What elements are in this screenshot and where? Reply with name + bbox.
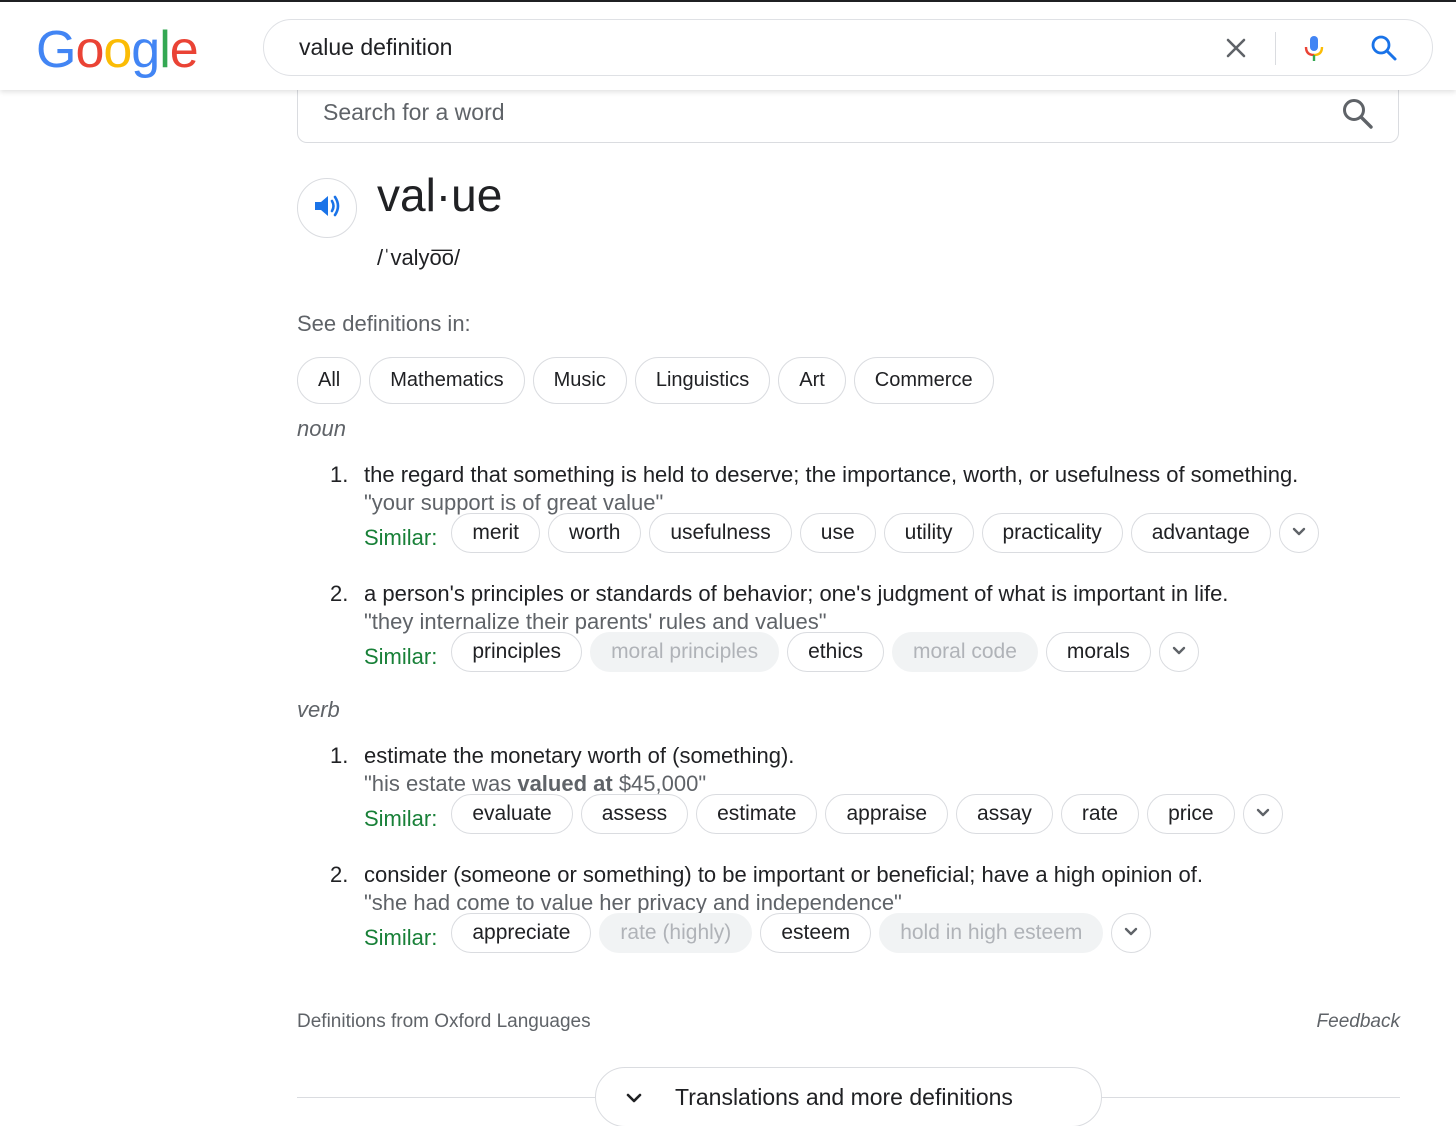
- word-search-box[interactable]: Search for a word: [297, 90, 1399, 143]
- logo-letter: e: [169, 21, 199, 79]
- example-highlight: valued at: [517, 771, 613, 796]
- synonym-chip[interactable]: merit: [451, 513, 541, 553]
- synonym-chip[interactable]: moral code: [891, 632, 1038, 672]
- synonym-chips: appreciate rate (highly) esteem hold in hig…: [451, 913, 1152, 953]
- logo-letter: l: [159, 21, 171, 79]
- logo-letter: o: [103, 21, 132, 79]
- search-header: Google: [0, 2, 1456, 90]
- sense-definition: estimate the monetary worth of (somethin…: [364, 743, 795, 768]
- synonym-chip[interactable]: principles: [451, 632, 583, 672]
- synonym-chip[interactable]: estimate: [696, 794, 818, 834]
- expand-synonyms-button[interactable]: [1111, 913, 1152, 953]
- synonym-chip[interactable]: appreciate: [451, 913, 592, 953]
- google-logo[interactable]: Google: [36, 20, 199, 80]
- similar-row: Similar: evaluate assess estimate appraise a…: [364, 794, 1283, 834]
- synonym-chip[interactable]: rate: [1060, 794, 1140, 834]
- category-chip-music[interactable]: Music: [532, 357, 627, 404]
- synonym-chip[interactable]: assay: [956, 794, 1053, 834]
- logo-letter: o: [75, 21, 104, 79]
- synonym-chip[interactable]: utility: [883, 513, 974, 553]
- synonym-chip[interactable]: assess: [580, 794, 689, 834]
- sense-number: 1.: [330, 462, 349, 487]
- microphone-icon[interactable]: [1299, 33, 1329, 63]
- chevron-down-icon: [1121, 921, 1141, 946]
- synonym-chip[interactable]: use: [799, 513, 876, 553]
- similar-row: Similar: appreciate rate (highly) esteem ho…: [364, 913, 1152, 953]
- sense-number: 1.: [330, 743, 349, 768]
- sense-number: 2.: [330, 581, 349, 606]
- example-text: $45,000": [612, 771, 707, 796]
- word-search-placeholder: Search for a word: [323, 99, 505, 125]
- part-of-speech-noun: noun: [297, 416, 346, 441]
- synonym-chips: principles moral principles ethics moral co…: [451, 632, 1199, 672]
- category-chips: All Mathematics Music Linguistics Art Co…: [297, 357, 994, 404]
- synonym-chip[interactable]: morals: [1045, 632, 1151, 672]
- example-text: "his estate was: [364, 771, 518, 796]
- pronunciation-speaker-button[interactable]: [297, 178, 357, 238]
- sense-definition: consider (someone or something) to be im…: [364, 862, 1203, 887]
- search-box: [263, 19, 1433, 76]
- synonym-chip[interactable]: rate (highly): [599, 913, 753, 953]
- part-of-speech-verb: verb: [297, 697, 340, 722]
- phonetic-spelling: /ˈvalyo͞o/: [377, 245, 461, 270]
- definitions-source: Definitions from Oxford Languages: [297, 1011, 591, 1032]
- search-input[interactable]: [299, 34, 1199, 61]
- chevron-down-icon: [1253, 802, 1273, 827]
- synonym-chips: merit worth usefulness use utility practicali…: [451, 513, 1319, 553]
- chevron-down-icon: [622, 1086, 646, 1115]
- speaker-icon: [311, 190, 343, 227]
- similar-row: Similar: principles moral principles ethic…: [364, 632, 1199, 672]
- more-definitions-button[interactable]: Translations and more definitions: [595, 1067, 1102, 1126]
- sense-definition: a person's principles or standards of be…: [364, 581, 1229, 606]
- search-icon[interactable]: [1340, 96, 1376, 132]
- synonym-chip[interactable]: appraise: [825, 794, 949, 834]
- synonym-chip[interactable]: usefulness: [649, 513, 792, 553]
- sense-number: 2.: [330, 862, 349, 887]
- expand-synonyms-button[interactable]: [1278, 513, 1319, 553]
- clear-icon[interactable]: [1221, 33, 1251, 63]
- similar-label: Similar:: [364, 806, 438, 831]
- see-definitions-label: See definitions in:: [297, 311, 471, 336]
- category-chip-linguistics[interactable]: Linguistics: [634, 357, 771, 404]
- logo-letter: g: [131, 21, 160, 79]
- synonym-chip[interactable]: ethics: [787, 632, 884, 672]
- search-divider: [1275, 32, 1276, 65]
- synonym-chip[interactable]: advantage: [1130, 513, 1271, 553]
- sense-definition: the regard that something is held to des…: [364, 462, 1299, 487]
- category-chip-all[interactable]: All: [297, 357, 362, 404]
- chevron-down-icon: [1169, 640, 1189, 665]
- similar-label: Similar:: [364, 525, 438, 550]
- synonym-chip[interactable]: moral principles: [590, 632, 780, 672]
- similar-label: Similar:: [364, 644, 438, 669]
- similar-label: Similar:: [364, 925, 438, 950]
- synonym-chip[interactable]: esteem: [760, 913, 872, 953]
- synonym-chip[interactable]: price: [1147, 794, 1235, 834]
- category-chip-mathematics[interactable]: Mathematics: [369, 357, 525, 404]
- synonym-chips: evaluate assess estimate appraise assay rate p…: [451, 794, 1283, 834]
- similar-row: Similar: merit worth usefulness use utility p…: [364, 513, 1319, 553]
- logo-letter: G: [36, 21, 76, 79]
- feedback-link[interactable]: Feedback: [1317, 1011, 1400, 1033]
- more-definitions-label: Translations and more definitions: [675, 1084, 1013, 1110]
- chevron-down-icon: [1289, 521, 1309, 546]
- synonym-chip[interactable]: hold in high esteem: [879, 913, 1104, 953]
- synonym-chip[interactable]: worth: [548, 513, 642, 553]
- search-icon[interactable]: [1369, 33, 1399, 63]
- headword: val·ue: [377, 169, 503, 221]
- synonym-chip[interactable]: practicality: [981, 513, 1123, 553]
- expand-synonyms-button[interactable]: [1242, 794, 1283, 834]
- expand-synonyms-button[interactable]: [1158, 632, 1199, 672]
- synonym-chip[interactable]: evaluate: [451, 794, 573, 834]
- category-chip-art[interactable]: Art: [778, 357, 846, 404]
- category-chip-commerce[interactable]: Commerce: [853, 357, 994, 404]
